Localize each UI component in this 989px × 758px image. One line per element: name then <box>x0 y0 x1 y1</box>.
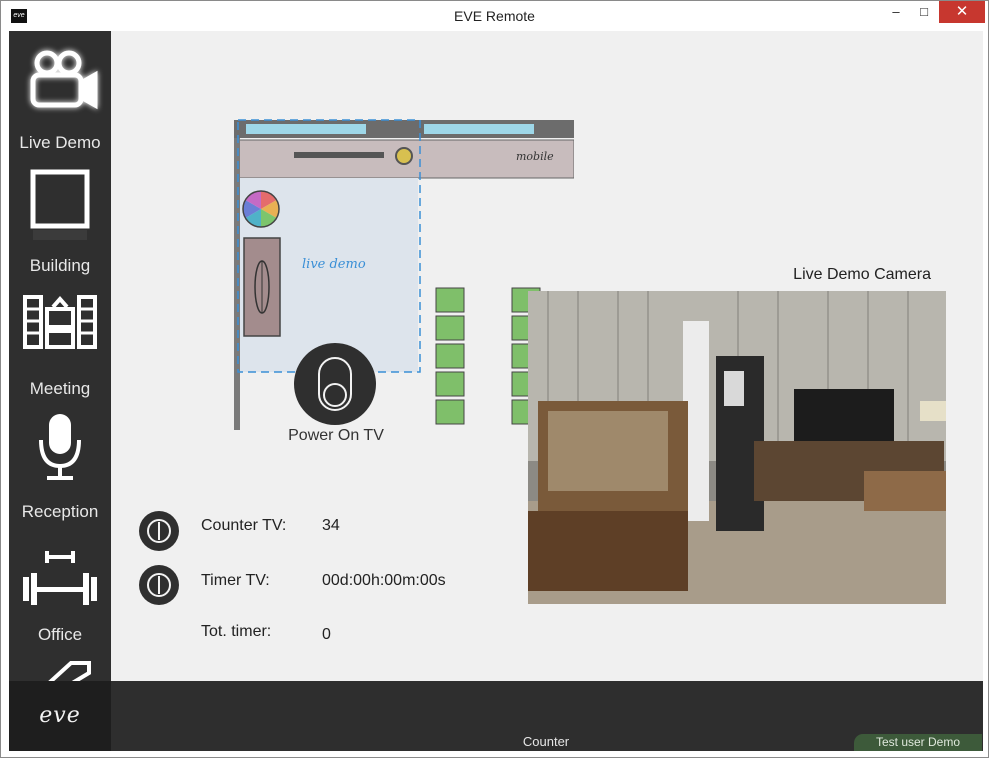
maximize-button[interactable]: □ <box>911 1 937 23</box>
tag-icon[interactable] <box>45 661 95 681</box>
counter-power-icon[interactable] <box>139 511 179 551</box>
counter-tab[interactable]: Counter <box>491 734 601 749</box>
sidebar-item-label: Building <box>29 256 91 275</box>
timer-tv-label: Timer TV: <box>201 572 270 589</box>
sidebar-item-label: Office <box>37 625 83 644</box>
microphone-icon <box>39 414 81 480</box>
counter-tv-value: 34 <box>322 517 340 534</box>
sidebar-item-building[interactable]: Building <box>9 154 111 277</box>
sidebar-item-label: Meeting <box>29 379 91 398</box>
sidebar-item-live-demo[interactable]: Live Demo <box>9 31 111 154</box>
bottom-bar: Counter Test user Demo <box>111 681 983 751</box>
mobile-label: mobile <box>516 150 554 163</box>
total-timer-value: 0 <box>322 626 331 643</box>
sidebar-item-office[interactable]: Office <box>9 523 111 646</box>
room-label: live demo <box>302 257 366 272</box>
minimize-button[interactable]: – <box>883 1 909 23</box>
app-window: eve EVE Remote – □ ✕ Live Demo Building … <box>0 0 989 758</box>
live-camera-feed[interactable] <box>528 291 946 604</box>
meeting-tv-icon <box>23 295 97 349</box>
timer-tv-value: 00d:00h:00m:00s <box>322 572 446 589</box>
timer-power-icon[interactable] <box>139 565 179 605</box>
video-camera-icon <box>30 50 98 110</box>
camera-title: Live Demo Camera <box>793 266 931 283</box>
power-tv-label: Power On TV <box>288 427 384 444</box>
sidebar-nav: Live Demo Building Meeting Reception Off… <box>9 31 111 681</box>
color-wheel-icon <box>242 190 280 228</box>
title-bar: eve EVE Remote – □ ✕ <box>1 1 988 31</box>
building-square-icon <box>30 169 90 240</box>
main-content: mobile live demo Power On TV Live Demo C… <box>111 31 983 681</box>
power-tv-button[interactable] <box>294 343 376 425</box>
dumbbell-icon <box>23 551 97 605</box>
eve-logo: eve <box>9 681 111 751</box>
window-title: EVE Remote <box>454 8 535 24</box>
counter-tv-label: Counter TV: <box>201 517 287 534</box>
total-timer-label: Tot. timer: <box>201 623 272 640</box>
sidebar-item-label: Live Demo <box>19 133 101 152</box>
sidebar-item-meeting[interactable]: Meeting <box>9 277 111 400</box>
sidebar-item-label: Reception <box>21 502 99 521</box>
sidebar-item-reception[interactable]: Reception <box>9 400 111 523</box>
close-button[interactable]: ✕ <box>939 1 985 23</box>
user-badge: Test user Demo <box>854 734 982 751</box>
floorplan-map: mobile live demo <box>234 118 574 430</box>
